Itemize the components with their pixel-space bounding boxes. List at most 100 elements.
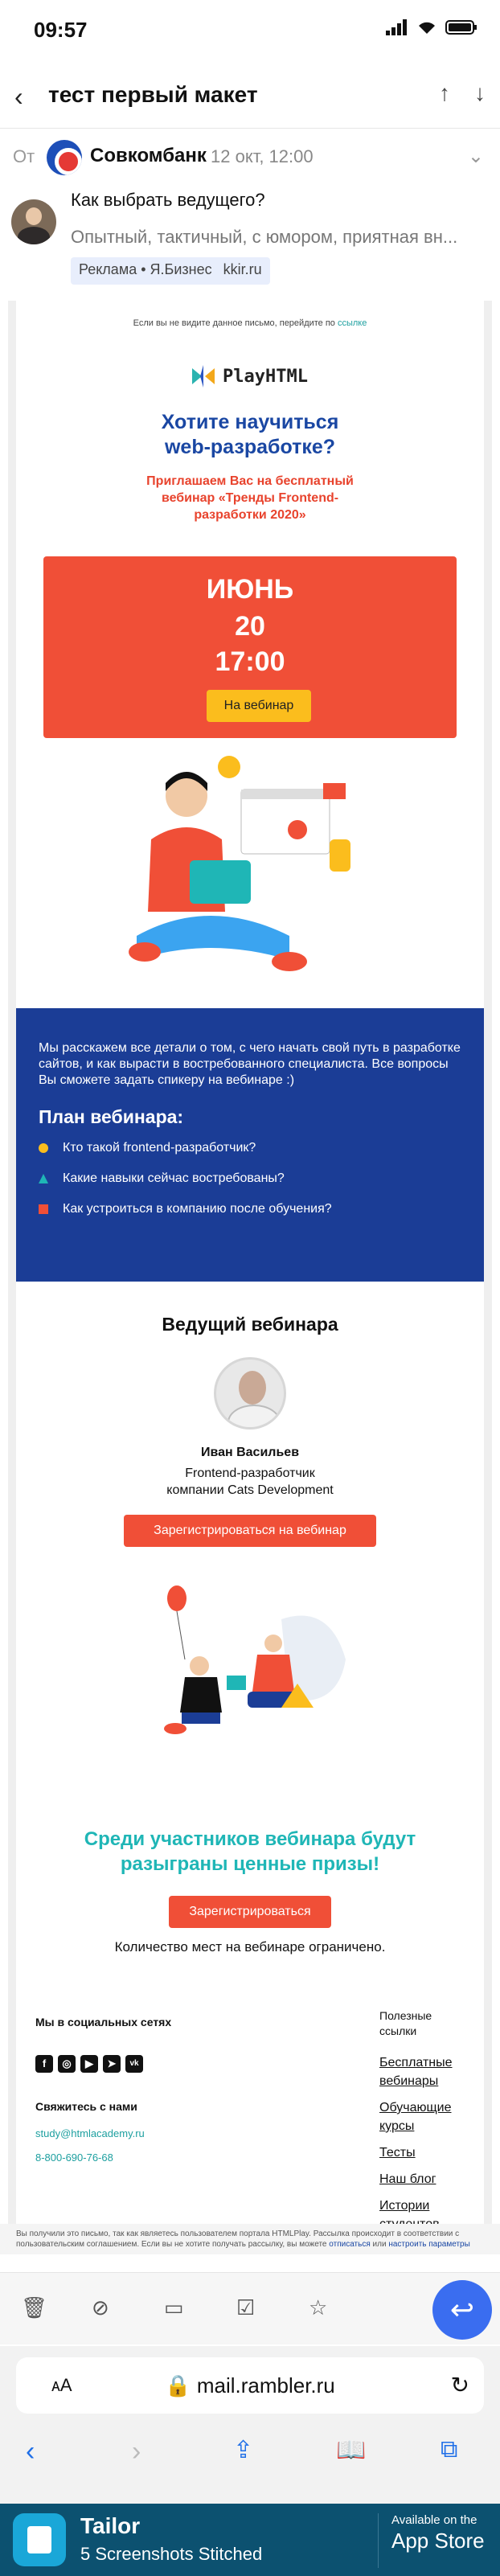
ad-text: Опытный, тактичный, с юмором, приятная в… bbox=[71, 227, 458, 247]
ad-label: Реклама • Я.Бизнес bbox=[79, 261, 212, 277]
plan-intro: Мы расскажем все детали о том, с чего на… bbox=[39, 1041, 461, 1087]
ad-domain[interactable]: kkir.ru bbox=[223, 261, 262, 281]
back-chevron-icon[interactable]: ‹ bbox=[14, 82, 23, 112]
host-heading: Ведущий вебинара bbox=[162, 1314, 338, 1335]
teal-triangle-icon bbox=[39, 1174, 48, 1183]
link-courses[interactable]: Обучающие курсы bbox=[379, 2098, 476, 2135]
email-footer: Мы в социальных сетях f ◎ ▶ ➤ vk Свяжите… bbox=[16, 1973, 484, 2231]
facebook-icon[interactable]: f bbox=[35, 2055, 53, 2073]
brand-logo[interactable]: PlayHTML bbox=[16, 365, 484, 388]
app-store-badge[interactable]: Available on the App Store bbox=[378, 2513, 498, 2568]
reply-button[interactable]: ↩ bbox=[432, 2280, 492, 2340]
date-box: ИЮНЬ 20 17:00 На вебинар bbox=[43, 556, 457, 738]
list-item: Какие навыки сейчас востребованы? bbox=[39, 1171, 461, 1186]
status-bar: 09:57 bbox=[0, 0, 500, 56]
plan-title: План вебинара: bbox=[39, 1106, 184, 1127]
back-icon[interactable]: ‹ bbox=[26, 2436, 35, 2467]
hero-title-text: Хотите научиться web-разработке? bbox=[161, 411, 339, 458]
sender-row[interactable]: От Совкомбанк 12 окт, 12:00 ⌄ bbox=[0, 133, 500, 182]
preheader-link[interactable]: ссылке bbox=[338, 318, 367, 328]
contact-phone-link[interactable]: 8-800-690-76-68 bbox=[35, 2151, 113, 2164]
sender-logo bbox=[47, 140, 82, 175]
store-text: App Store bbox=[391, 2529, 485, 2553]
webinar-plan-section: Мы расскажем все детали о том, с чего на… bbox=[16, 1008, 484, 1282]
disclaimer: Вы получили это письмо, так как являетес… bbox=[0, 2224, 500, 2254]
contact-title: Свяжитесь с нами bbox=[35, 2100, 137, 2113]
contact-email-link[interactable]: study@htmlacademy.ru bbox=[35, 2127, 145, 2139]
youtube-icon[interactable]: ▶ bbox=[80, 2055, 98, 2073]
folder-icon[interactable]: ▭ bbox=[164, 2295, 184, 2320]
available-text: Available on the bbox=[391, 2513, 477, 2527]
plan-item-text: Какие навыки сейчас востребованы? bbox=[63, 1171, 285, 1185]
trash-icon[interactable]: 🗑 bbox=[21, 2295, 47, 2320]
date-time: 17:00 bbox=[215, 646, 285, 677]
status-icons bbox=[386, 19, 477, 35]
date-month: ИЮНЬ bbox=[206, 574, 294, 605]
mail-action-toolbar: 🗑 ⊘ ▭ ☑ ☆ bbox=[0, 2272, 500, 2344]
mail-date: 12 окт, 12:00 bbox=[211, 146, 314, 166]
instagram-icon[interactable]: ◎ bbox=[58, 2055, 76, 2073]
spam-icon[interactable]: ⊘ bbox=[92, 2295, 109, 2320]
email-frame: Если вы не видите данное письмо, перейди… bbox=[8, 301, 492, 2231]
red-square-icon bbox=[39, 1204, 48, 1214]
host-avatar bbox=[214, 1357, 286, 1430]
unsubscribe-link[interactable]: отписаться bbox=[329, 2240, 370, 2249]
tailor-app-icon bbox=[13, 2513, 66, 2566]
address-text: 🔒 mail.rambler.ru bbox=[165, 2373, 335, 2398]
preheader-text: Если вы не видите данное письмо, перейди… bbox=[133, 318, 335, 328]
forward-icon[interactable]: › bbox=[132, 2436, 141, 2467]
date-day: 20 bbox=[235, 611, 265, 642]
share-icon[interactable]: ⇪ bbox=[233, 2436, 253, 2464]
ad-block[interactable]: Как выбрать ведущего? Опытный, тактичный… bbox=[0, 183, 500, 296]
limited-notice: Количество мест на вебинаре ограничено. bbox=[114, 1939, 386, 1955]
reload-icon[interactable]: ↻ bbox=[451, 2372, 469, 2398]
previous-mail-icon[interactable]: ↑ bbox=[439, 80, 450, 106]
from-label: От bbox=[13, 146, 35, 166]
wifi-icon bbox=[419, 22, 435, 34]
webinar-button[interactable]: На вебинар bbox=[207, 690, 311, 722]
preheader: Если вы не видите данное письмо, перейди… bbox=[16, 318, 484, 328]
settings-link[interactable]: настроить параметры bbox=[388, 2240, 469, 2249]
email-body: Если вы не видите данное письмо, перейди… bbox=[16, 301, 484, 2231]
vk-icon[interactable]: vk bbox=[125, 2055, 143, 2073]
bookmarks-icon[interactable]: 📖 bbox=[336, 2436, 366, 2464]
tailor-banner[interactable]: Tailor 5 Screenshots Stitched Available … bbox=[0, 2504, 500, 2576]
link-blog[interactable]: Наш блог bbox=[379, 2170, 476, 2188]
browser-bar: ᴀA 🔒 mail.rambler.ru ↻ ‹ › ⇪ 📖 ⧉ bbox=[0, 2346, 500, 2504]
mark-read-icon[interactable]: ☑ bbox=[236, 2295, 255, 2320]
yellow-circle-icon bbox=[39, 1143, 48, 1153]
disclaimer-or: или bbox=[372, 2240, 387, 2249]
sender-name: Совкомбанк bbox=[90, 145, 207, 166]
tabs-icon[interactable]: ⧉ bbox=[441, 2436, 457, 2463]
ad-avatar bbox=[11, 199, 56, 244]
plan-item-text: Как устроиться в компанию после обучения… bbox=[63, 1202, 332, 1216]
people-illustration bbox=[164, 1585, 346, 1734]
link-free-webinars[interactable]: Бесплатные вебинары bbox=[379, 2053, 476, 2090]
banner-subtitle: 5 Screenshots Stitched bbox=[80, 2544, 263, 2564]
hero-subtitle: Приглашаем Вас на бесплатный вебинар «Тр… bbox=[16, 473, 484, 523]
telegram-icon[interactable]: ➤ bbox=[103, 2055, 121, 2073]
developer-illustration bbox=[129, 756, 350, 971]
list-item: Как устроиться в компанию после обучения… bbox=[39, 1202, 461, 1216]
next-mail-icon[interactable]: ↓ bbox=[474, 80, 486, 106]
brand-name: PlayHTML bbox=[223, 366, 308, 387]
host-role: Frontend-разработчик компании Cats Devel… bbox=[16, 1465, 484, 1499]
chevron-down-icon[interactable]: ⌄ bbox=[468, 145, 484, 168]
ad-title: Как выбрать ведущего? bbox=[71, 190, 265, 210]
playhtml-logo-icon bbox=[192, 365, 215, 388]
mail-header: ‹ тест первый макет ↑ ↓ bbox=[0, 64, 500, 129]
hero-subtitle-text: Приглашаем Вас на бесплатный вебинар «Тр… bbox=[146, 474, 354, 522]
register-button[interactable]: Зарегистрироваться bbox=[169, 1896, 331, 1928]
social-title: Мы в социальных сетях bbox=[35, 2016, 172, 2028]
host-role-text: Frontend-разработчик компании Cats Devel… bbox=[166, 1466, 334, 1497]
address-bar[interactable]: ᴀA 🔒 mail.rambler.ru ↻ bbox=[16, 2357, 484, 2414]
hero-title: Хотите научиться web-разработке? bbox=[16, 410, 484, 460]
star-icon[interactable]: ☆ bbox=[309, 2295, 327, 2320]
useful-links: Бесплатные вебинары Обучающие курсы Тест… bbox=[379, 2053, 476, 2242]
list-item: Кто такой frontend-разработчик? bbox=[39, 1141, 461, 1155]
url-text: mail.rambler.ru bbox=[196, 2373, 335, 2398]
link-tests[interactable]: Тесты bbox=[379, 2143, 476, 2162]
battery-icon bbox=[445, 20, 477, 35]
register-webinar-button[interactable]: Зарегистрироваться на вебинар bbox=[124, 1515, 376, 1547]
links-title: Полезные ссылки bbox=[379, 2009, 432, 2037]
